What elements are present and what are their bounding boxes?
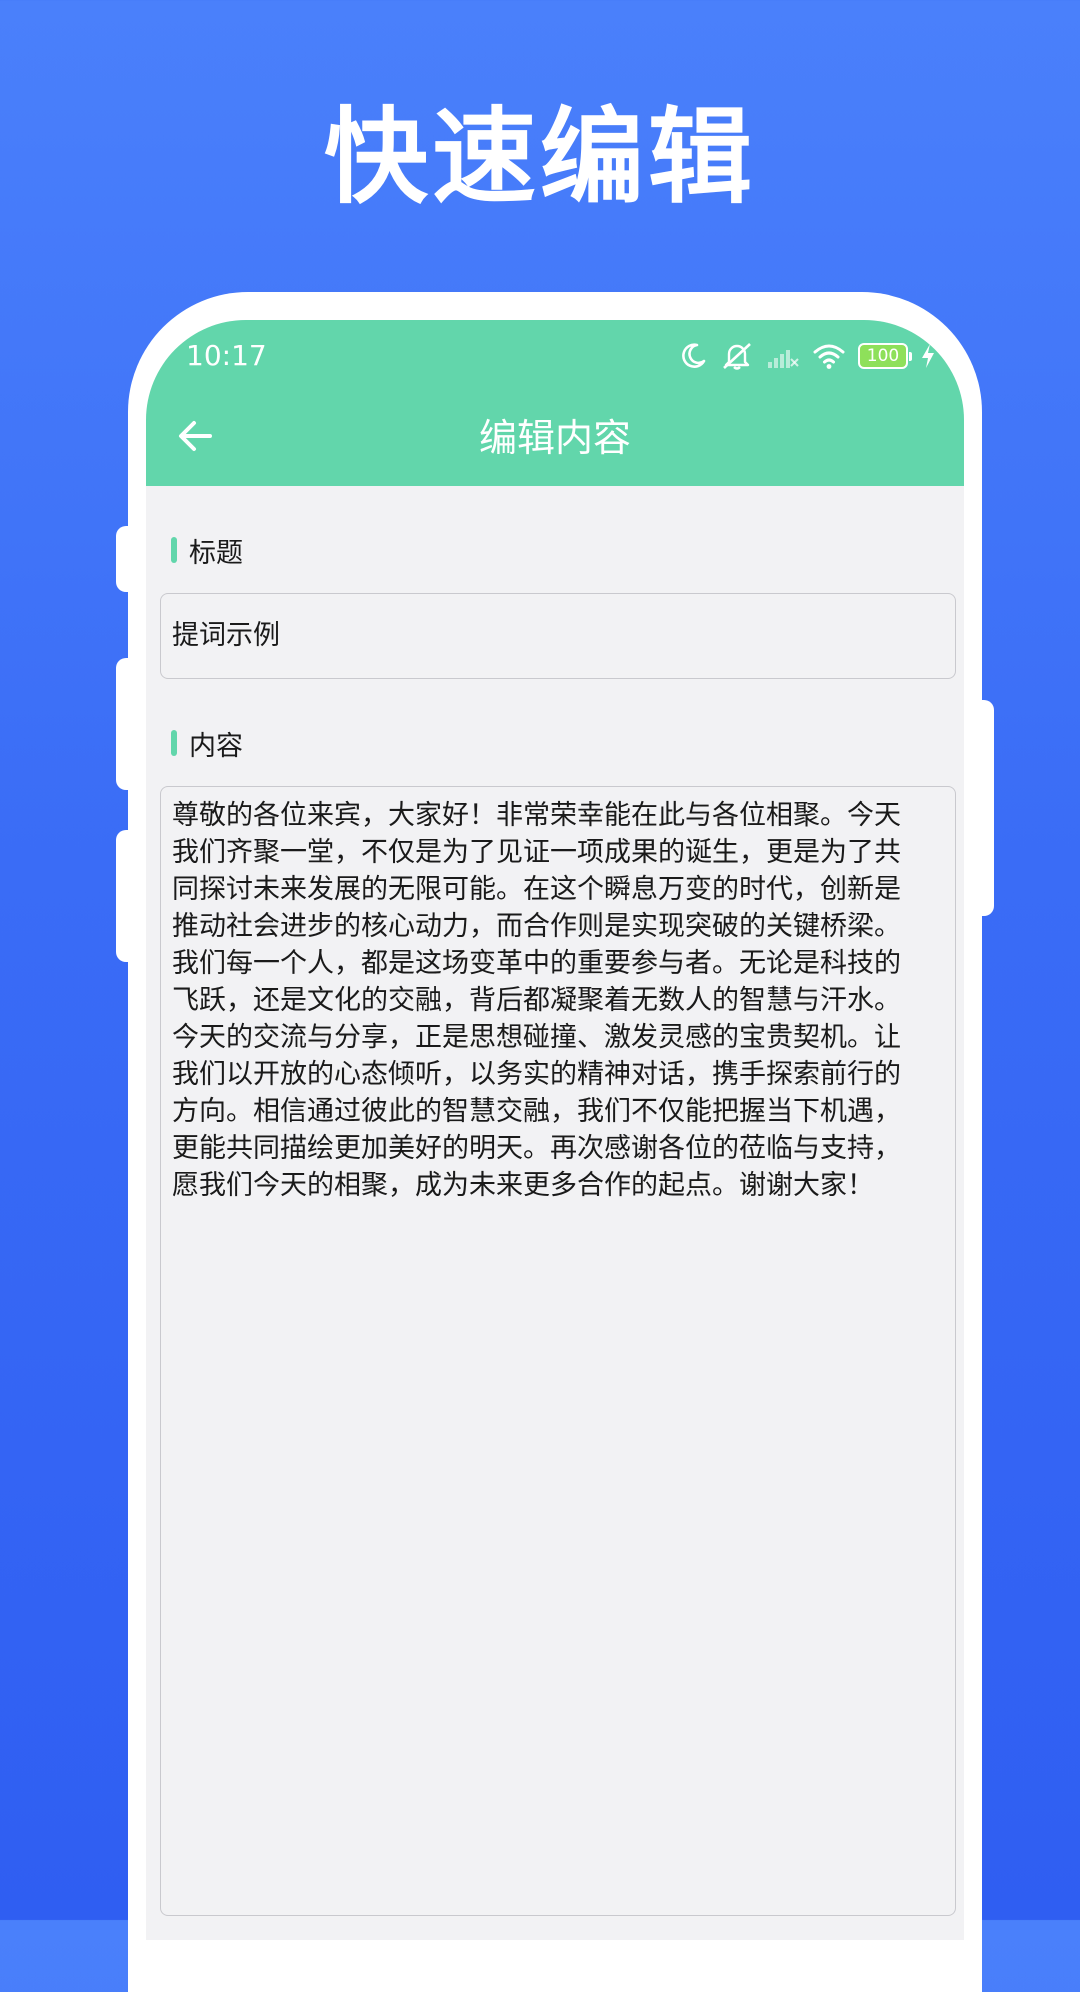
battery-level: 100: [866, 346, 900, 366]
status-icons: 100: [678, 338, 936, 374]
battery-icon: 100: [858, 343, 912, 369]
charging-icon: [920, 343, 936, 369]
content-section-label: 内容: [171, 725, 243, 762]
moon-icon: [678, 341, 708, 371]
section-marker: [171, 730, 177, 756]
title-section-label: 标题: [171, 532, 243, 569]
title-input[interactable]: 提词示例: [160, 593, 956, 679]
wifi-icon: [812, 342, 846, 370]
content-label: 内容: [189, 730, 243, 762]
page-title: 编辑内容: [478, 416, 631, 460]
content-textarea[interactable]: 尊敬的各位来宾，大家好！非常荣幸能在此与各位相聚。今天 我们齐聚一堂，不仅是为了…: [160, 786, 956, 1916]
promo-title: 快速编辑: [323, 96, 756, 218]
section-marker: [171, 537, 177, 563]
app-bar: 10:17 100 编辑内容: [146, 320, 964, 486]
mute-bell-icon: [720, 341, 754, 371]
title-label: 标题: [189, 537, 243, 569]
phone-screen: 10:17 100 编辑内容 标题 提词示例 内容 尊敬的各位来宾，大家好！非常…: [146, 320, 964, 1940]
signal-off-icon: [766, 342, 800, 370]
status-time: 10:17: [186, 339, 267, 372]
